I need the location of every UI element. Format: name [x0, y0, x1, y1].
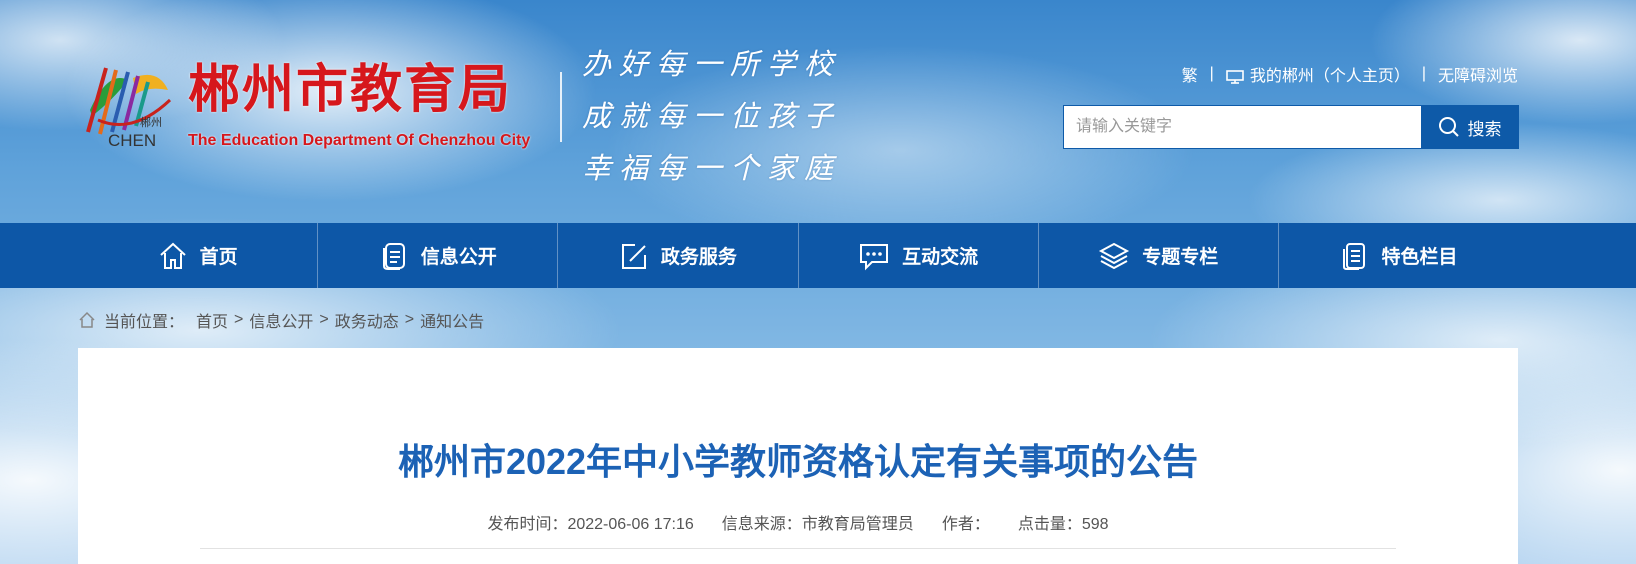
search-button[interactable]: 搜索 [1421, 106, 1518, 148]
breadcrumb: 当前位置： 首页 > 信息公开 > 政务动态 > 通知公告 [78, 308, 484, 332]
slogan-line-2: 成就每一位孩子 [582, 99, 842, 133]
layers-icon [1099, 242, 1130, 269]
accessibility-link[interactable]: 无障碍浏览 [1438, 62, 1518, 86]
author: 作者： [941, 516, 990, 533]
breadcrumb-lead: 当前位置： [104, 314, 185, 331]
nav-item-info-public[interactable]: 信息公开 [318, 223, 559, 288]
my-chenzhou-link[interactable]: 我的郴州（个人主页） [1226, 62, 1410, 86]
separator: | [1421, 65, 1426, 82]
search-input[interactable] [1064, 106, 1421, 148]
separator: | [1209, 65, 1214, 82]
nav-item-home[interactable]: 首页 [78, 223, 319, 288]
slogan-line-1: 办好每一所学校 [582, 47, 842, 81]
nav-item-interaction[interactable]: 互动交流 [799, 223, 1039, 288]
breadcrumb-notices[interactable]: 通知公告 [420, 308, 484, 332]
breadcrumb-gov-news[interactable]: 政务动态 [335, 308, 399, 332]
top-links: 繁 | 我的郴州（个人主页） | 无障碍浏览 [1182, 62, 1518, 86]
list-icon [1343, 242, 1366, 270]
slogan-line-3: 幸福每一个家庭 [582, 151, 842, 185]
site-logo[interactable]: 郴州 CHEN [78, 60, 173, 150]
header-divider [560, 72, 562, 142]
search-box: 搜索 [1063, 105, 1519, 149]
click-count: 点击量：598 [1017, 516, 1109, 533]
info-source: 信息来源：市教育局管理员 [721, 516, 914, 533]
monitor-icon [1226, 69, 1244, 84]
edit-icon [621, 243, 646, 269]
document-icon [382, 242, 405, 270]
nav-item-gov-service[interactable]: 政务服务 [558, 223, 799, 288]
divider [200, 548, 1396, 549]
site-title: 郴州市教育局 [188, 59, 513, 120]
svg-text:CHEN: CHEN [108, 131, 156, 150]
home-icon [79, 311, 95, 328]
site-subtitle: The Education Department Of Chenzhou Cit… [188, 132, 531, 149]
breadcrumb-separator: > [319, 311, 329, 328]
breadcrumb-separator: > [404, 311, 415, 328]
publish-time: 发布时间：2022-06-06 17:16 [487, 516, 694, 533]
search-icon [1438, 117, 1459, 137]
nav-item-special-topics[interactable]: 专题专栏 [1039, 223, 1279, 288]
breadcrumb-home[interactable]: 首页 [196, 308, 228, 332]
svg-text:郴州: 郴州 [140, 115, 162, 129]
article-panel: 郴州市2022年中小学教师资格认定有关事项的公告 发布时间：2022-06-06… [78, 348, 1518, 564]
nav-item-featured[interactable]: 特色栏目 [1279, 223, 1518, 288]
traditional-chinese-link[interactable]: 繁 [1182, 62, 1198, 86]
main-nav: 首页 信息公开 政务服务 互动交流 专题专栏 特色栏目 [0, 223, 1636, 288]
home-icon [159, 242, 186, 269]
chat-icon [860, 243, 889, 270]
breadcrumb-separator: > [234, 311, 244, 328]
slogan: 办好每一所学校 成就每一位孩子 幸福每一个家庭 [582, 38, 841, 194]
article-meta: 发布时间：2022-06-06 17:16 信息来源：市教育局管理员 作者： 点… [78, 510, 1518, 534]
breadcrumb-info-public[interactable]: 信息公开 [249, 308, 313, 332]
article-title: 郴州市2022年中小学教师资格认定有关事项的公告 [397, 441, 1199, 482]
